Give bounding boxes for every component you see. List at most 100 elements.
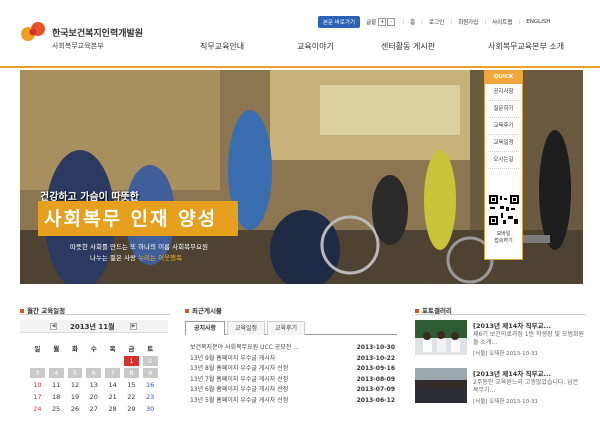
calendar-day-event[interactable]: 7	[105, 368, 120, 378]
gallery-thumbnail[interactable]	[415, 320, 467, 355]
calendar-day[interactable]: 10	[28, 379, 47, 391]
font-size-label: 글꼴	[366, 20, 377, 26]
utility-bar: 본문 바로가기 글꼴 + - | 홈 | 로그인 | 회원가입 | 사이트맵 |…	[318, 16, 550, 28]
tab-schedule[interactable]: 교육일정	[227, 321, 265, 335]
calendar-day[interactable]: 30	[141, 403, 160, 415]
hero-line-2-accent: 누리는 이웃행복	[138, 254, 182, 262]
calendar-day-event[interactable]: 6	[86, 368, 102, 378]
nav-item-center-board[interactable]: 센터활동 게시판	[381, 41, 435, 52]
calendar-day-event[interactable]: 2	[142, 356, 158, 366]
quick-item-directions[interactable]: 오시는길	[488, 152, 519, 169]
tab-notice[interactable]: 공지사항	[185, 321, 225, 335]
nav-item-training-guide[interactable]: 직무교육안내	[200, 41, 244, 52]
gallery-item-title[interactable]: [2013년 제14차 직무교...	[473, 368, 551, 378]
calendar-day[interactable]: 23	[141, 391, 160, 403]
mobile-link-line-2: 접속하기	[494, 238, 513, 244]
news-list: 보건복지분야 사회복무요원 UCC 공모전 ... 2013-10-30 13년 …	[190, 343, 395, 406]
calendar-day	[28, 355, 47, 367]
calendar-day[interactable]: 16	[141, 379, 160, 391]
calendar-day[interactable]: 20	[84, 391, 103, 403]
post-date: 2013-08-09	[356, 375, 395, 383]
calendar-day-event[interactable]: 3	[30, 368, 45, 378]
font-decrease-button[interactable]: -	[387, 18, 396, 26]
list-item[interactable]: 13년 5월 홈페이지 우수글 게시자 선정 2013-06-12	[190, 396, 395, 407]
gallery-item-title[interactable]: [2013년 제14차 직무교...	[473, 320, 551, 330]
post-title[interactable]: 13년 9월 홈페이지 우수글 게시자	[190, 354, 275, 365]
calendar-day[interactable]: 19	[66, 391, 85, 403]
skip-to-content-button[interactable]: 본문 바로가기	[318, 16, 361, 28]
calendar-day[interactable]: 25	[47, 403, 66, 415]
calendar-day[interactable]: 26	[66, 403, 85, 415]
site-header: 한국보건복지인력개발원 사회복무교육본부 본문 바로가기 글꼴 + - | 홈 …	[0, 0, 600, 68]
calendar-day[interactable]: 14	[103, 379, 122, 391]
calendar-day[interactable]: 27	[84, 403, 103, 415]
gallery-thumbnail[interactable]	[415, 368, 467, 403]
calendar-divider	[20, 314, 170, 315]
gallery-item-desc: 제6기 보건의료과정 1반 학생장 및 모범회원들 소개...	[473, 331, 585, 346]
calendar-day[interactable]: 29	[122, 403, 141, 415]
quick-item-review[interactable]: 교육후기	[488, 118, 519, 135]
post-title[interactable]: 13년 6월 홈페이지 우수글 게시자 선정	[190, 385, 288, 396]
prev-month-icon[interactable]: ◀	[50, 323, 57, 330]
calendar-day-event[interactable]: 4	[48, 368, 64, 378]
list-item[interactable]: 13년 7월 홈페이지 우수글 게시자 선정 2013-08-09	[190, 375, 395, 386]
calendar-day-event[interactable]: 9	[142, 368, 158, 378]
gallery-divider	[415, 314, 585, 315]
calendar-day[interactable]: 24	[28, 403, 47, 415]
post-title[interactable]: 13년 8월 홈페이지 우수글 게시자 선정	[190, 364, 288, 375]
calendar-weekdays: 일 월 화 수 목 금 토	[28, 343, 160, 355]
post-title[interactable]: 13년 5월 홈페이지 우수글 게시자 선정	[190, 396, 288, 407]
calendar-week: 10 11 12 13 14 15 16	[28, 379, 160, 391]
nav-item-about[interactable]: 사회복무교육본부 소개	[488, 41, 564, 52]
english-link[interactable]: ENGLISH	[526, 19, 550, 25]
org-name: 한국보건복지인력개발원	[52, 29, 144, 39]
calendar-day[interactable]: 28	[103, 403, 122, 415]
weekday-mon: 월	[53, 345, 60, 353]
calendar-day-event[interactable]: 8	[123, 368, 139, 378]
list-item[interactable]: 보건복지분야 사회복무요원 UCC 공모전 ... 2013-10-30	[190, 343, 395, 354]
font-increase-button[interactable]: +	[378, 18, 387, 26]
calendar-day[interactable]: 17	[28, 391, 47, 403]
next-month-icon[interactable]: ▶	[130, 323, 137, 330]
home-link[interactable]: 홈	[410, 18, 415, 26]
weekday-fri: 금	[128, 345, 135, 353]
hero-line-2: 나누는 젊은 사랑 누리는 이웃행복	[90, 252, 182, 262]
quick-menu-title: QUICK MENU	[485, 71, 522, 93]
calendar-day[interactable]: 21	[103, 391, 122, 403]
tab-review[interactable]: 교육후기	[267, 321, 305, 335]
calendar-grid: 일 월 화 수 목 금 토 1 2 3 4 5 6 7 8 9 10 11 12…	[28, 343, 160, 415]
post-title[interactable]: 13년 7월 홈페이지 우수글 게시자 선정	[190, 375, 288, 386]
calendar-day-event[interactable]: 5	[67, 368, 83, 378]
calendar-month: 2013년 11월	[70, 323, 115, 331]
post-title[interactable]: 보건복지분야 사회복무요원 UCC 공모전 ...	[190, 343, 299, 354]
list-item[interactable]: 13년 6월 홈페이지 우수글 게시자 선정 2013-07-09	[190, 385, 395, 396]
calendar-day	[103, 355, 122, 367]
main-nav: 직무교육안내 교육이야기 센터활동 게시판 사회복무교육본부 소개	[0, 41, 600, 57]
weekday-tue: 화	[72, 345, 78, 353]
post-date: 2013-10-30	[356, 344, 395, 351]
calendar-day[interactable]: 18	[47, 391, 66, 403]
gallery-item-meta: [서울] 오재환 2013-10-31	[473, 351, 539, 357]
calendar-day[interactable]: 15	[122, 379, 141, 391]
calendar-week: 1 2	[28, 355, 160, 367]
sitemap-link[interactable]: 사이트맵	[492, 18, 512, 26]
calendar-day-today[interactable]: 1	[123, 356, 139, 366]
quick-item-question[interactable]: 질문하기	[488, 101, 519, 118]
calendar-day[interactable]: 13	[84, 379, 103, 391]
signup-link[interactable]: 회원가입	[458, 18, 478, 26]
post-date: 2013-06-12	[356, 396, 395, 404]
mobile-link[interactable]: 모바일 접속하기	[485, 231, 522, 245]
list-item[interactable]: 13년 9월 홈페이지 우수글 게시자 2013-10-22	[190, 354, 395, 365]
hero-line-2-prefix: 나누는 젊은 사랑	[90, 254, 139, 262]
login-link[interactable]: 로그인	[429, 18, 444, 26]
quick-item-notice[interactable]: 공지사항	[488, 84, 519, 101]
calendar-day[interactable]: 11	[47, 379, 66, 391]
quick-item-schedule[interactable]: 교육일정	[488, 135, 519, 152]
qr-code-icon[interactable]	[488, 194, 520, 226]
calendar-day[interactable]: 12	[66, 379, 85, 391]
hero-tagline-big: 사회복무 인재 양성	[44, 208, 218, 230]
nav-item-education-story[interactable]: 교육이야기	[297, 41, 334, 52]
calendar-nav: ◀ 2013년 11월 ▶	[20, 320, 168, 333]
list-item[interactable]: 13년 8월 홈페이지 우수글 게시자 선정 2013-09-16	[190, 364, 395, 375]
calendar-day[interactable]: 22	[122, 391, 141, 403]
